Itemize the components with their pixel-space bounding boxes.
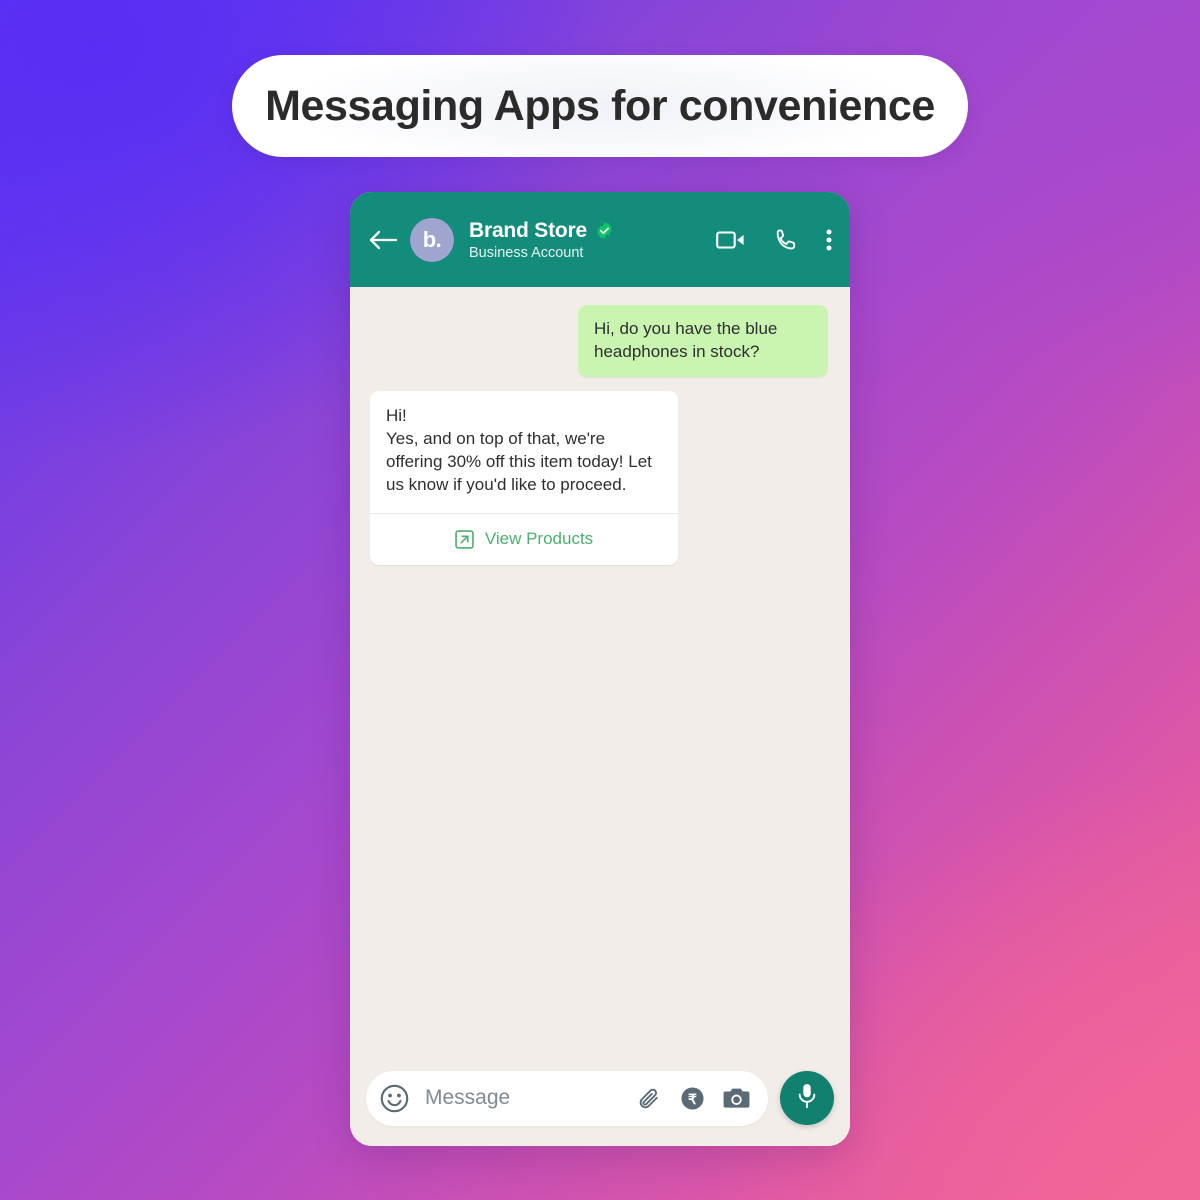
phone-icon[interactable] xyxy=(774,228,798,252)
paperclip-icon[interactable] xyxy=(637,1086,662,1111)
avatar[interactable]: b. xyxy=(410,217,454,262)
incoming-message-body: Yes, and on top of that, we're offering … xyxy=(386,429,652,495)
microphone-icon xyxy=(795,1082,819,1115)
page-title: Messaging Apps for convenience xyxy=(265,81,935,130)
view-products-button[interactable]: View Products xyxy=(370,512,678,565)
message-list: Hi, do you have the blue headphones in s… xyxy=(350,287,850,1064)
chat-app-window: b. Brand Store Business Account Hi, do y… xyxy=(350,192,850,1146)
chat-subtitle: Business Account xyxy=(469,244,584,261)
input-action-icons: ₹ xyxy=(637,1086,750,1111)
chat-name-row: Brand Store xyxy=(469,219,704,243)
outgoing-message-bubble[interactable]: Hi, do you have the blue headphones in s… xyxy=(578,305,828,378)
incoming-message-text: Hi! Yes, and on top of that, we're offer… xyxy=(370,391,678,513)
chat-title-block[interactable]: Brand Store Business Account xyxy=(469,219,704,261)
message-row-outgoing: Hi, do you have the blue headphones in s… xyxy=(370,305,828,378)
emoji-smiley-icon[interactable] xyxy=(380,1084,409,1113)
view-products-label: View Products xyxy=(484,529,594,549)
rupee-payment-icon[interactable]: ₹ xyxy=(680,1086,705,1111)
incoming-message-greeting: Hi! xyxy=(386,406,407,426)
back-arrow-icon[interactable] xyxy=(366,223,400,257)
video-camera-icon[interactable] xyxy=(716,229,746,251)
header-actions xyxy=(716,228,832,252)
verified-badge-icon xyxy=(597,221,612,240)
avatar-initials: b. xyxy=(422,226,442,252)
page-title-card: Messaging Apps for convenience xyxy=(232,55,968,157)
camera-icon[interactable] xyxy=(723,1087,750,1110)
svg-text:₹: ₹ xyxy=(688,1090,697,1106)
message-input-pill[interactable]: Message ₹ xyxy=(366,1070,768,1126)
message-input-placeholder[interactable]: Message xyxy=(421,1086,625,1110)
chat-header: b. Brand Store Business Account xyxy=(350,192,850,287)
more-vertical-icon[interactable] xyxy=(826,228,832,252)
external-link-icon xyxy=(455,530,474,549)
voice-record-button[interactable] xyxy=(780,1071,834,1125)
message-row-incoming: Hi! Yes, and on top of that, we're offer… xyxy=(370,391,828,565)
chat-contact-name: Brand Store xyxy=(469,218,587,242)
incoming-message-bubble[interactable]: Hi! Yes, and on top of that, we're offer… xyxy=(370,391,678,565)
message-input-bar: Message ₹ xyxy=(350,1064,850,1146)
